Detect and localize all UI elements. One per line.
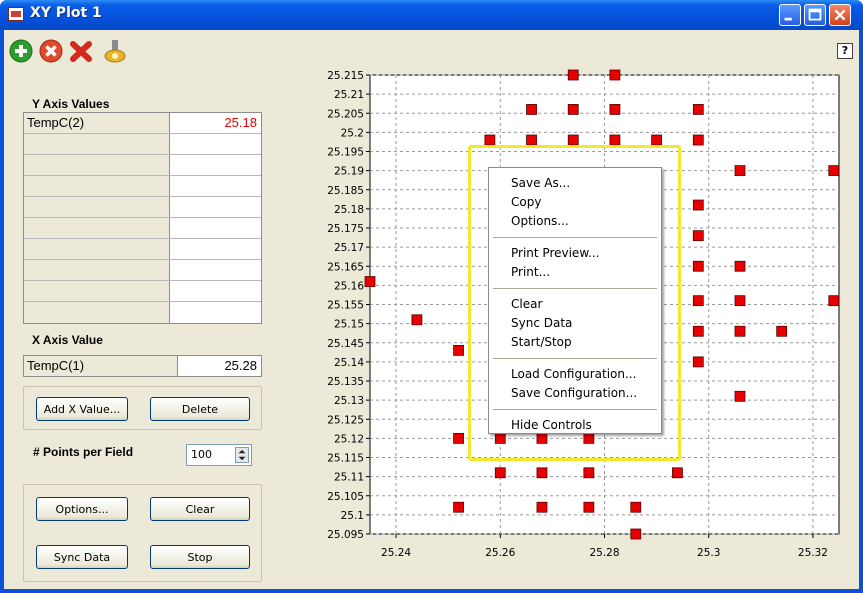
data-point: [526, 134, 537, 146]
data-point: [567, 69, 579, 81]
data-point: [567, 104, 579, 115]
data-point: [734, 295, 746, 307]
data-point: [609, 134, 621, 146]
menu-item[interactable]: Print...: [511, 265, 550, 279]
menu-item[interactable]: Print Preview...: [511, 246, 599, 260]
data-point: [672, 467, 683, 479]
xy-plot[interactable]: 25.215 25.21 25.205 25.2 25.195 25.19 25.185 25…: [0, 0, 863, 593]
y-tick-label: 25.16: [334, 280, 364, 292]
y-tick-label: 25.195: [327, 147, 364, 159]
data-point: [651, 134, 663, 146]
data-point: [526, 104, 537, 115]
x-tick-label: 25.26: [485, 547, 515, 559]
data-point: [583, 467, 595, 479]
menu-item[interactable]: Save Configuration...: [511, 386, 637, 400]
y-tick-label: 25.115: [327, 453, 364, 465]
y-tick-label: 25.205: [327, 108, 364, 120]
context-menu: Save As... Copy Options... Print Preview...…: [488, 167, 662, 434]
y-tick-label: 25.2: [341, 127, 364, 139]
y-tick-label: 25.185: [327, 185, 364, 197]
data-point: [828, 295, 840, 307]
data-point: [776, 325, 788, 337]
y-tick-label: 25.11: [334, 472, 364, 484]
y-tick-label: 25.155: [327, 300, 364, 312]
menu-separator: [493, 358, 657, 359]
y-tick-label: 25.19: [334, 166, 364, 178]
y-tick-label: 25.095: [327, 529, 364, 541]
data-point: [692, 134, 704, 146]
y-tick-label: 25.135: [327, 376, 364, 388]
menu-item[interactable]: Clear: [511, 297, 542, 311]
data-point: [692, 260, 704, 272]
menu-separator: [493, 288, 657, 289]
x-tick-label: 25.24: [381, 547, 411, 559]
data-point: [567, 134, 579, 146]
data-point: [734, 260, 746, 272]
data-point: [494, 467, 506, 479]
menu-separator: [493, 237, 657, 238]
data-point: [734, 390, 746, 402]
y-tick-label: 25.215: [327, 70, 364, 82]
y-tick-label: 25.13: [334, 395, 364, 407]
menu-item[interactable]: Load Configuration...: [511, 367, 636, 381]
x-tick-label: 25.28: [589, 547, 619, 559]
menu-separator: [493, 409, 657, 410]
data-point: [692, 295, 704, 307]
y-tick-label: 25.175: [327, 223, 364, 235]
menu-item[interactable]: Copy: [511, 195, 541, 209]
data-point: [828, 165, 840, 177]
y-tick-label: 25.1: [341, 510, 364, 522]
data-point: [536, 501, 548, 513]
data-point: [692, 356, 704, 368]
data-point: [692, 104, 704, 115]
y-tick-label: 25.21: [334, 89, 364, 101]
data-point: [692, 230, 704, 242]
data-point: [453, 344, 464, 356]
data-point: [734, 325, 746, 337]
y-tick-label: 25.14: [334, 357, 364, 369]
data-point: [692, 325, 704, 337]
y-tick-label: 25.17: [334, 242, 364, 254]
data-point: [364, 276, 376, 287]
data-point: [630, 501, 642, 513]
data-point: [536, 467, 548, 479]
data-point: [630, 528, 642, 540]
y-tick-label: 25.105: [327, 491, 364, 503]
data-point: [453, 432, 464, 444]
menu-item[interactable]: Options...: [511, 214, 569, 228]
y-tick-label: 25.125: [327, 414, 364, 426]
menu-item[interactable]: Save As...: [511, 176, 570, 190]
x-tick-label: 25.3: [697, 547, 720, 559]
y-tick-label: 25.145: [327, 338, 364, 350]
y-tick-label: 25.12: [334, 433, 364, 445]
y-tick-label: 25.18: [334, 204, 364, 216]
menu-item[interactable]: Sync Data: [511, 316, 572, 330]
data-point: [609, 104, 621, 115]
y-tick-label: 25.165: [327, 261, 364, 273]
data-point: [583, 501, 595, 513]
y-tick-label: 25.15: [334, 319, 364, 331]
data-point: [484, 134, 496, 146]
data-point: [453, 501, 464, 513]
data-point: [609, 69, 621, 81]
data-point: [692, 199, 704, 211]
data-point: [734, 165, 746, 177]
menu-item[interactable]: Hide Controls: [511, 418, 592, 432]
menu-item[interactable]: Start/Stop: [511, 335, 572, 349]
data-point: [411, 314, 423, 326]
x-tick-label: 25.32: [798, 547, 828, 559]
